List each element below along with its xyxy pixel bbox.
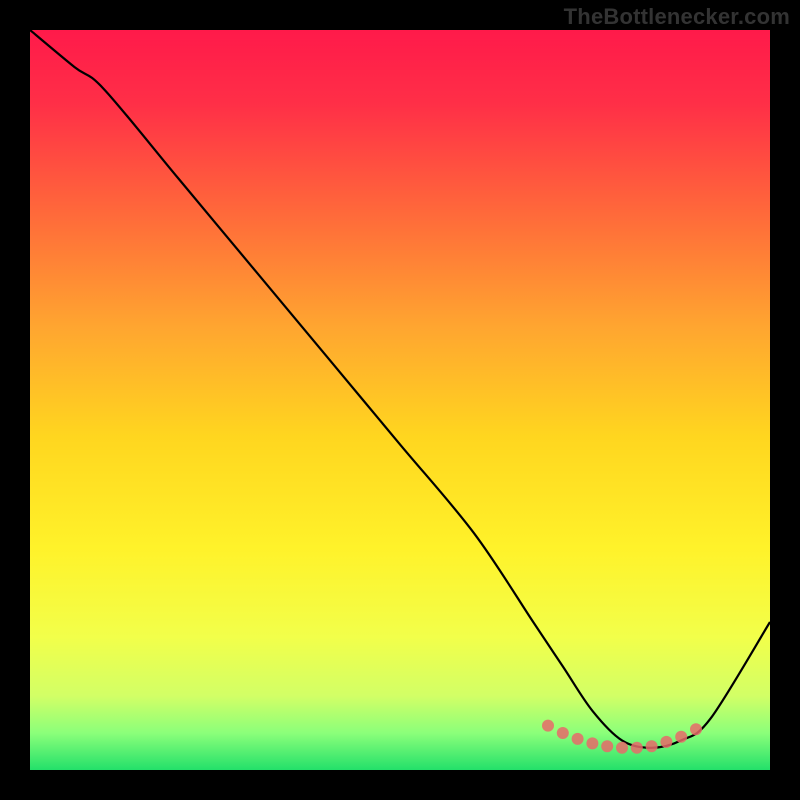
marker-dot	[690, 723, 702, 735]
gradient-background	[30, 30, 770, 770]
marker-dot	[616, 742, 628, 754]
marker-dot	[586, 737, 598, 749]
watermark-label: TheBottlenecker.com	[564, 4, 790, 30]
marker-dot	[542, 720, 554, 732]
marker-dot	[631, 742, 643, 754]
marker-dot	[660, 736, 672, 748]
marker-dot	[675, 731, 687, 743]
marker-dot	[601, 740, 613, 752]
marker-dot	[572, 733, 584, 745]
marker-dot	[557, 727, 569, 739]
marker-dot	[646, 740, 658, 752]
plot-svg	[30, 30, 770, 770]
plot-area	[30, 30, 770, 770]
chart-stage: TheBottlenecker.com	[0, 0, 800, 800]
